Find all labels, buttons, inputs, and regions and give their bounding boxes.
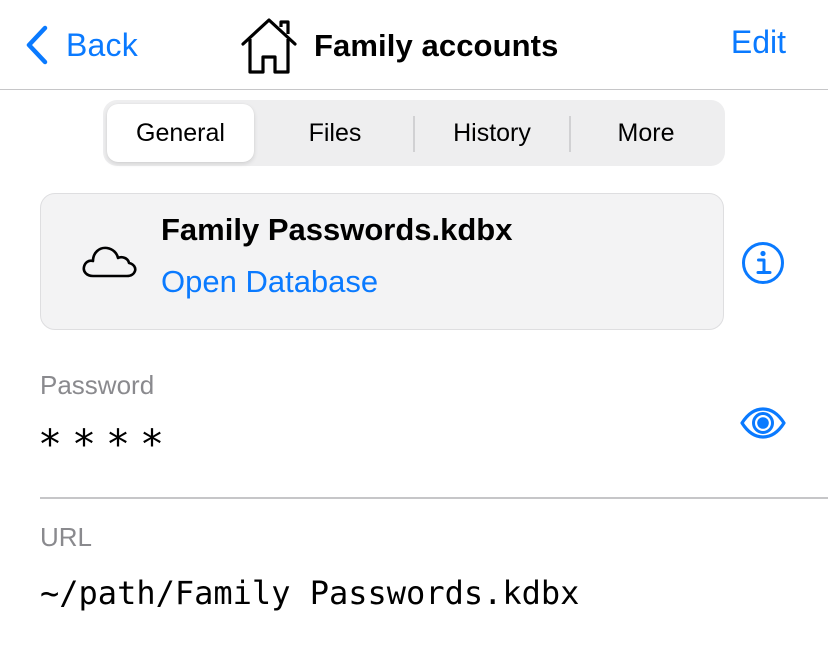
info-icon[interactable] (741, 241, 785, 285)
tab-segmented-control: General Files History More (103, 100, 725, 166)
url-value[interactable]: ~/path/Family Passwords.kdbx (40, 574, 579, 612)
database-file-name: Family Passwords.kdbx (161, 212, 513, 247)
masked-password: **** (40, 422, 176, 468)
password-label: Password (40, 370, 155, 400)
navigation-bar: Back Family accounts Edit (0, 0, 828, 90)
back-label: Back (66, 26, 138, 63)
cloud-icon (82, 246, 137, 278)
password-value[interactable]: **** (40, 422, 176, 468)
edit-button[interactable]: Edit (731, 24, 786, 61)
chevron-left-icon (26, 25, 48, 65)
eye-icon[interactable] (739, 406, 787, 440)
tab-history[interactable]: History (415, 104, 569, 162)
open-database-link[interactable]: Open Database (161, 264, 378, 300)
page-title-group: Family accounts (240, 16, 558, 76)
entry-screen: Back Family accounts Edit General Files … (0, 0, 828, 650)
database-card[interactable]: Family Passwords.kdbx Open Database (40, 193, 724, 330)
back-button[interactable]: Back (24, 22, 138, 68)
tab-general[interactable]: General (107, 104, 254, 162)
url-label: URL (40, 522, 93, 552)
page-title: Family accounts (314, 28, 559, 63)
field-separator (40, 497, 828, 499)
house-icon (241, 18, 297, 74)
tab-files[interactable]: Files (258, 104, 412, 162)
tab-more[interactable]: More (571, 104, 721, 162)
